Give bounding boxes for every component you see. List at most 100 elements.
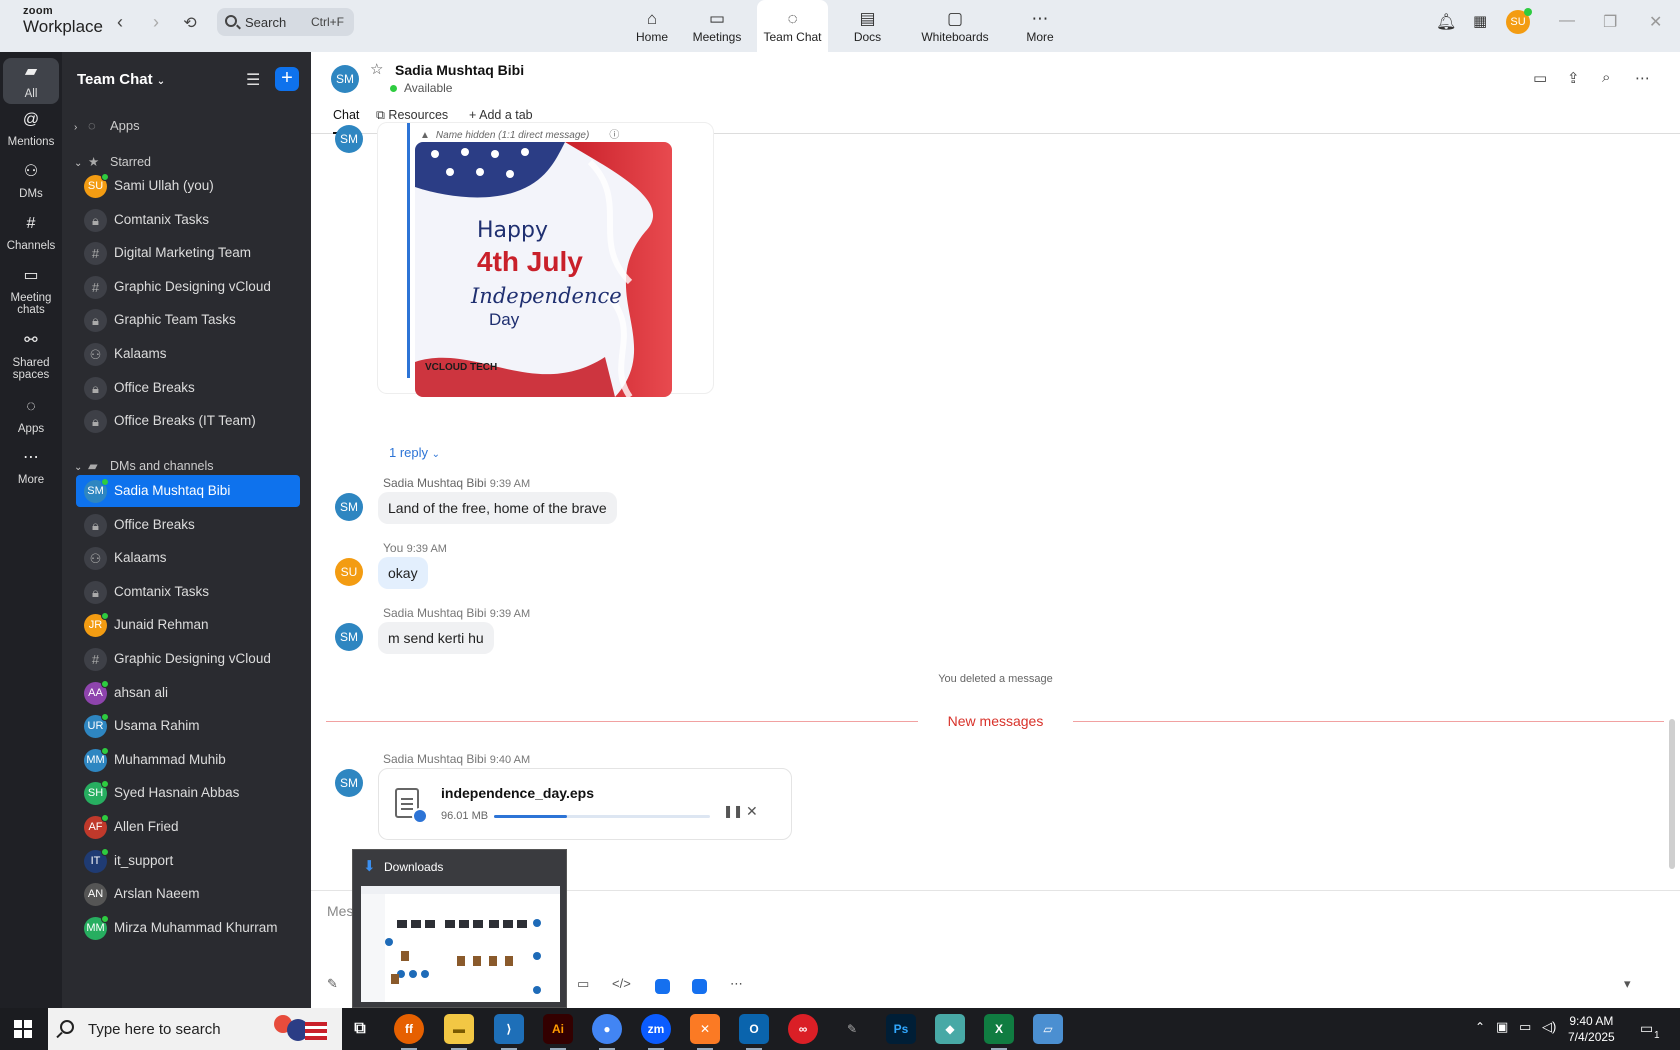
sidebar-item[interactable]: UR Usama Rahim <box>76 710 300 742</box>
bell-icon[interactable]: 🔔︎ <box>1436 12 1456 32</box>
file-attachment[interactable]: independence_day.eps 96.01 MB ❚❚ ✕ <box>378 768 792 840</box>
sidebar-item[interactable]: 🔒︎ Comtanix Tasks <box>76 204 300 236</box>
taskbar-search[interactable]: Type here to search <box>48 1008 342 1050</box>
file-explorer-icon[interactable]: ▬ <box>444 1014 474 1050</box>
sidebar-item[interactable]: IT it_support <box>76 845 300 877</box>
xampp-icon[interactable]: ✕ <box>690 1014 720 1050</box>
back-arrow-icon[interactable]: ‹ <box>110 12 130 33</box>
rail-all[interactable]: ▰ All <box>3 58 59 104</box>
sidebar-item[interactable]: 🔒︎ Graphic Team Tasks <box>76 304 300 336</box>
photoshop-icon[interactable]: Ps <box>886 1014 916 1044</box>
sidebar-item[interactable]: 🔒︎ Office Breaks <box>76 372 300 404</box>
reply-link[interactable]: 1 reply ⌄ <box>389 445 440 460</box>
message-bubble[interactable]: okay <box>378 557 428 589</box>
tab-docs[interactable]: ▤ Docs <box>840 0 895 52</box>
zoom-icon[interactable]: zm <box>641 1014 671 1050</box>
message-avatar[interactable]: SU <box>335 558 363 586</box>
sidebar-item[interactable]: SU Sami Ullah (you) <box>76 170 300 202</box>
sidebar-item[interactable]: ⚇ Kalaams <box>76 338 300 370</box>
tray-chevron-icon[interactable]: ⌃ <box>1475 1020 1485 1034</box>
rail-mentions[interactable]: @ Mentions <box>3 112 59 149</box>
section-starred[interactable]: ⌄ ★ Starred <box>74 154 151 169</box>
network-icon[interactable]: ▭ <box>1519 1019 1531 1035</box>
sidebar-item[interactable]: 🔒︎ Office Breaks <box>76 509 300 541</box>
filter-icon[interactable]: ☰ <box>246 70 260 90</box>
sidebar-item[interactable]: AF Allen Fried <box>76 811 300 843</box>
message-avatar[interactable]: SM <box>335 769 363 797</box>
search-box[interactable]: Search Ctrl+F <box>217 8 354 36</box>
sidebar-item[interactable]: # Digital Marketing Team <box>76 237 300 269</box>
windows-start-icon[interactable] <box>14 1020 32 1041</box>
illustrator-icon[interactable]: Ai <box>543 1014 573 1050</box>
creative-cloud-icon[interactable]: ∞ <box>788 1014 818 1044</box>
taskbar-clock[interactable]: 9:40 AM 7/4/2025 <box>1568 1013 1615 1045</box>
sidebar-item[interactable]: 🔒︎ Office Breaks (IT Team) <box>76 405 300 437</box>
excel-icon[interactable]: X <box>984 1014 1014 1050</box>
video-message-icon[interactable]: ▭ <box>577 976 589 992</box>
contact-avatar[interactable]: SM <box>331 65 359 93</box>
close-window-icon[interactable]: ✕ <box>1649 12 1662 32</box>
vscode-icon[interactable]: ⟩ <box>494 1014 524 1050</box>
forward-arrow-icon[interactable]: › <box>146 12 166 33</box>
message-bubble[interactable]: m send kerti hu <box>378 622 494 654</box>
star-icon[interactable]: ☆ <box>370 60 383 78</box>
search-icon[interactable]: ⌕ <box>1602 69 1610 86</box>
sidebar-item[interactable]: 🔒︎ Comtanix Tasks <box>76 576 300 608</box>
tab-more[interactable]: ⋯ More <box>1012 0 1068 52</box>
info-icon[interactable]: ⓘ <box>609 130 619 141</box>
independence-day-poster[interactable]: Happy 4th July Independence Day VCLOUD T… <box>415 142 672 397</box>
tray-app-icon[interactable]: ▣ <box>1496 1019 1508 1035</box>
sidebar-title[interactable]: Team Chat ⌄ <box>77 71 165 88</box>
video-call-icon[interactable]: ▭ <box>1533 69 1547 87</box>
downloads-thumbnail-popup[interactable]: ⬇ Downloads <box>352 849 567 1008</box>
notes-icon[interactable]: ▱ <box>1033 1014 1063 1044</box>
rail-meeting-chats[interactable]: ▭ Meeting chats <box>3 268 59 317</box>
new-chat-button[interactable]: + <box>275 67 299 91</box>
code-icon[interactable]: </> <box>612 976 631 991</box>
firefox-icon[interactable]: ff <box>394 1014 424 1050</box>
sidebar-item[interactable]: MM Mirza Muhammad Khurram <box>76 912 300 944</box>
minimize-icon[interactable]: — <box>1559 12 1575 30</box>
history-icon[interactable]: ⟲ <box>180 13 200 33</box>
tool-icon[interactable]: ✎ <box>837 1014 867 1044</box>
format-icon[interactable]: ✎ <box>327 976 338 992</box>
app-icon[interactable] <box>655 979 670 994</box>
tab-whiteboards[interactable]: ▢ Whiteboards <box>912 0 998 52</box>
rail-dms[interactable]: ⚇ DMs <box>3 164 59 201</box>
sidebar-item[interactable]: AA ahsan ali <box>76 677 300 709</box>
rail-apps[interactable]: ◌ Apps <box>3 399 59 436</box>
rail-more[interactable]: ⋯ More <box>3 450 59 487</box>
explorer-preview[interactable] <box>361 886 560 1002</box>
share-screen-icon[interactable]: ⇪ <box>1567 69 1580 87</box>
sidebar-item[interactable]: # Graphic Designing vCloud <box>76 643 300 675</box>
contact-name[interactable]: Sadia Mushtaq Bibi <box>395 62 524 78</box>
section-apps[interactable]: › ◌ Apps <box>74 118 140 133</box>
app-diamond-icon[interactable]: ◆ <box>935 1014 965 1044</box>
chrome-icon[interactable]: ● <box>592 1014 622 1050</box>
message-avatar[interactable]: SM <box>335 125 363 153</box>
message-avatar[interactable]: SM <box>335 493 363 521</box>
file-name[interactable]: independence_day.eps <box>441 785 594 801</box>
outlook-icon[interactable]: O <box>739 1014 769 1050</box>
sidebar-item[interactable]: ⚇ Kalaams <box>76 542 300 574</box>
rail-shared-spaces[interactable]: ⚯ Shared spaces <box>3 333 59 382</box>
tab-team-chat[interactable]: ◌ Team Chat <box>757 0 828 52</box>
tab-meetings[interactable]: ▭ Meetings <box>688 0 746 52</box>
more-icon[interactable]: ⋯ <box>730 976 743 992</box>
sidebar-item[interactable]: MM Muhammad Muhib <box>76 744 300 776</box>
pause-icon[interactable]: ❚❚ <box>723 804 743 818</box>
rail-channels[interactable]: # Channels <box>3 216 59 253</box>
more-icon[interactable]: ⋯ <box>1635 69 1650 87</box>
send-options-icon[interactable]: ▾ <box>1624 976 1631 992</box>
chat-scrollbar[interactable] <box>1669 719 1675 869</box>
maximize-icon[interactable]: ❐ <box>1603 12 1617 32</box>
sidebar-item[interactable]: JR Junaid Rehman <box>76 609 300 641</box>
message-avatar[interactable]: SM <box>335 623 363 651</box>
volume-icon[interactable]: ◁) <box>1542 1019 1556 1035</box>
tab-home[interactable]: ⌂ Home <box>622 0 682 52</box>
sidebar-item[interactable]: SM Sadia Mushtaq Bibi <box>76 475 300 507</box>
task-view-icon[interactable]: ⧉ <box>345 1014 375 1044</box>
cancel-download-icon[interactable]: ✕ <box>746 803 758 820</box>
chat-app-icon[interactable] <box>692 979 707 994</box>
calendar-icon[interactable]: ▦ <box>1473 12 1487 30</box>
